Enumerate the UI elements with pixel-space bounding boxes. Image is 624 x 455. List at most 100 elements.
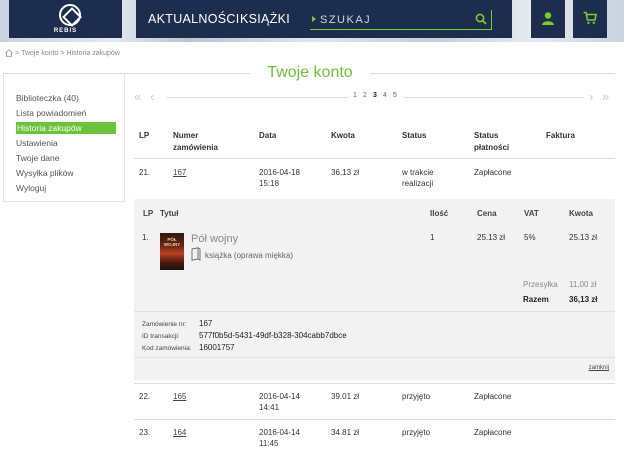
transaction-label: ID transakcji: xyxy=(142,333,180,340)
breadcrumb-sep: > xyxy=(60,49,65,57)
row-time: 14:41 xyxy=(259,403,280,412)
sidebar-item-historia-zakupow[interactable]: Historia zakupów xyxy=(16,122,116,134)
logo-mark-icon xyxy=(59,4,81,26)
detail-col-ilosc: Ilość xyxy=(430,209,449,218)
row-payment: Zapłacone xyxy=(474,392,512,401)
account-button[interactable] xyxy=(531,0,565,38)
divider xyxy=(134,383,615,384)
sidebar-item-wyloguj[interactable]: Wyloguj xyxy=(16,182,46,194)
close-detail-link[interactable]: zamknij xyxy=(589,365,609,371)
page-4[interactable]: 4 xyxy=(383,92,387,99)
page-5[interactable]: 5 xyxy=(393,92,397,99)
row-time: 11:45 xyxy=(259,439,279,448)
pager-line xyxy=(404,97,584,98)
user-icon xyxy=(542,12,554,25)
book-format: książka (oprawa miękka) xyxy=(205,251,294,260)
detail-col-kwota: Kwota xyxy=(569,209,593,218)
cart-button[interactable] xyxy=(573,0,607,38)
row-status-2: realizacji xyxy=(402,179,434,188)
col-kwota: Kwota xyxy=(331,131,355,140)
detail-col-tytul: Tytuł xyxy=(160,209,179,218)
sidebar-item-powiadomienia[interactable]: Lista powiadomień xyxy=(16,107,86,119)
col-numer: Numer xyxy=(173,131,199,140)
row-status: przyjęto xyxy=(402,392,431,401)
order-number-link[interactable]: 165 xyxy=(173,391,186,402)
row-amount: 34.81 zł xyxy=(331,428,360,437)
col-faktura: Faktura xyxy=(546,131,575,140)
col-status: Status xyxy=(402,131,427,140)
transaction-value: 577f0b5d-5431-49df-b328-304cabb7dbce xyxy=(199,331,347,340)
search-input[interactable] xyxy=(320,11,470,29)
main-nav: AKTUALNOŚCI KSIĄŻKI xyxy=(136,0,512,38)
prev-page-icon[interactable]: ‹ xyxy=(150,90,154,104)
page-3-current[interactable]: 3 xyxy=(373,92,377,99)
order-number-link[interactable]: 167 xyxy=(173,167,186,178)
sidebar: Biblioteczka (40) Lista powiadomień Hist… xyxy=(3,74,125,202)
page-title: Twoje konto xyxy=(250,64,370,82)
shipping-value: 11,00 zł xyxy=(569,280,597,289)
sidebar-item-twoje-dane[interactable]: Twoje dane xyxy=(16,152,59,164)
nav-ksiazki[interactable]: KSIĄŻKI xyxy=(240,12,290,26)
divider xyxy=(134,419,615,420)
row-amount: 36.13 zł xyxy=(331,168,360,177)
row-lp: 22. xyxy=(139,392,151,401)
row-status: przyjęto xyxy=(402,428,431,437)
header: REBIS AKTUALNOŚCI KSIĄŻKI xyxy=(0,0,624,42)
search-box xyxy=(310,10,492,30)
page-1[interactable]: 1 xyxy=(353,92,357,99)
row-lp: 21. xyxy=(139,168,151,177)
order-no-label: Zamówienie nr: xyxy=(142,321,187,328)
row-time: 15:18 xyxy=(259,179,280,188)
home-icon[interactable] xyxy=(5,49,13,57)
book-format-icon xyxy=(191,247,201,261)
search-arrow-icon xyxy=(312,16,316,22)
order-detail-panel: LP Tytuł Ilość Cena VAT Kwota 1. PÓŁ WOJ… xyxy=(134,199,615,380)
col-status-platnosci: Status xyxy=(474,131,499,140)
row-lp: 23. xyxy=(139,428,151,437)
breadcrumb-twoje-konto[interactable]: Twoje konto xyxy=(21,50,58,57)
col-data: Data xyxy=(259,131,277,140)
search-icon[interactable] xyxy=(475,13,487,25)
item-amount: 25.13 zł xyxy=(569,233,598,242)
row-payment: Zapłacone xyxy=(474,428,512,437)
sidebar-item-ustawienia[interactable]: Ustawienia xyxy=(16,137,58,149)
divider xyxy=(134,158,615,159)
detail-col-cena: Cena xyxy=(477,209,497,218)
pagination: « ‹ 1 2 3 4 5 › » xyxy=(134,90,612,104)
last-page-icon[interactable]: » xyxy=(602,90,609,104)
sidebar-item-biblioteczka[interactable]: Biblioteczka (40) xyxy=(16,92,79,104)
item-price: 25.13 zł xyxy=(477,233,506,242)
first-page-icon[interactable]: « xyxy=(134,90,141,104)
logo-text: REBIS xyxy=(53,28,78,34)
row-payment: Zapłacone xyxy=(474,168,512,177)
item-qty: 1 xyxy=(430,233,435,242)
order-no-value: 167 xyxy=(199,319,213,328)
book-title[interactable]: Pół wojny xyxy=(191,233,238,245)
item-lp: 1. xyxy=(142,233,149,242)
row-status: w trakcie xyxy=(402,168,434,177)
detail-divider xyxy=(134,357,615,358)
book-cover-text: PÓŁ WOJNY xyxy=(163,237,181,247)
nav-aktualnosci[interactable]: AKTUALNOŚCI xyxy=(148,12,240,26)
shipping-label: Przesyłka xyxy=(523,280,558,289)
row-date: 2016-04-18 xyxy=(259,168,300,177)
sidebar-item-wysylka-plikow[interactable]: Wysyłka plików xyxy=(16,167,74,179)
book-cover[interactable]: PÓŁ WOJNY xyxy=(160,233,184,270)
item-vat: 5% xyxy=(524,233,536,242)
total-value: 36,13 zł xyxy=(569,295,598,304)
order-code-value: 16001757 xyxy=(199,343,235,352)
logo[interactable]: REBIS xyxy=(9,0,122,38)
row-amount: 39.01 zł xyxy=(331,392,360,401)
page-2[interactable]: 2 xyxy=(363,92,367,99)
row-date: 2016-04-14 xyxy=(259,428,300,437)
breadcrumb: > Twoje konto > Historia zakupów xyxy=(5,49,120,57)
row-date: 2016-04-14 xyxy=(259,392,300,401)
breadcrumb-sep: > xyxy=(15,49,20,57)
col-lp: LP xyxy=(139,131,150,140)
detail-col-vat: VAT xyxy=(524,209,539,218)
order-code-label: Kod zamówienia: xyxy=(142,345,192,352)
order-number-link[interactable]: 164 xyxy=(173,427,186,438)
col-numer-2: zamówienia xyxy=(173,143,218,152)
next-page-icon[interactable]: › xyxy=(589,90,593,104)
col-status-platnosci-2: płatności xyxy=(474,143,510,152)
